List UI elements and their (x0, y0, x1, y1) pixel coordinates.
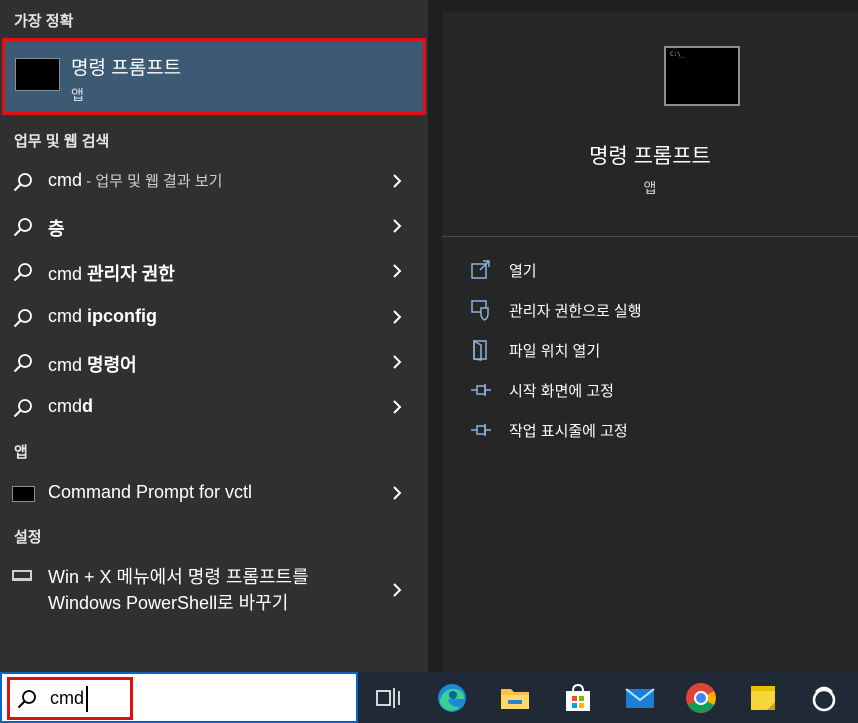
settings-heading: 설정 (14, 529, 42, 546)
terminal-icon: C:\_ (664, 46, 740, 106)
apps-heading: 앱 (14, 444, 28, 461)
shield-icon (471, 300, 489, 321)
web-result-item[interactable]: 층 (0, 204, 428, 248)
mail-icon[interactable] (622, 680, 658, 716)
search-icon (13, 263, 32, 282)
open-icon (471, 260, 490, 279)
open-file-location-action[interactable]: 파일 위치 열기 (466, 335, 826, 365)
web-result-label: cmdd (48, 396, 94, 416)
app-subtitle: 앱 (643, 180, 657, 196)
pin-icon (471, 424, 491, 436)
web-result-item[interactable]: cmd ipconfig (0, 295, 428, 339)
chevron-right-icon (393, 264, 402, 278)
folder-icon (473, 339, 487, 361)
chevron-right-icon (393, 174, 402, 188)
chevron-right-icon (393, 486, 402, 500)
monitor-icon (12, 570, 32, 581)
web-result-label: 층 (48, 219, 65, 239)
pin-icon (471, 384, 491, 396)
web-result-label: cmd 명령어 (48, 355, 137, 375)
file-explorer-icon[interactable] (497, 680, 533, 716)
edge-icon[interactable] (434, 680, 470, 716)
search-icon (13, 354, 32, 373)
settings-result-item[interactable]: Win + X 메뉴에서 명령 프롬프트를 Windows PowerShell… (0, 562, 428, 620)
web-result-item[interactable]: cmdd (0, 385, 428, 429)
chevron-right-icon (393, 310, 402, 324)
task-view-icon[interactable] (370, 680, 406, 716)
app-detail-panel: C:\_ 명령 프롬프트 앱 열기 관리자 권한으로 실행 파일 위치 열기 시… (442, 12, 858, 672)
app-result-label: Command Prompt for vctl (48, 482, 253, 502)
settings-result-label: Win + X 메뉴에서 명령 프롬프트를 Windows PowerShell… (48, 567, 309, 613)
best-match-heading: 가장 정확 (14, 13, 74, 30)
search-results-panel: 가장 정확 명령 프롬프트 앱 업무 및 웹 검색 cmd - 업무 및 웹 결… (0, 0, 428, 672)
app-title: 명령 프롬프트 (589, 145, 711, 168)
taskbar-search-box[interactable]: cmd (0, 672, 358, 723)
best-match-title: 명령 프롬프트 (71, 58, 182, 79)
search-icon (13, 399, 32, 418)
run-as-admin-action[interactable]: 관리자 권한으로 실행 (466, 295, 826, 325)
web-result-item[interactable]: cmd 명령어 (0, 340, 428, 384)
chevron-right-icon (393, 583, 402, 597)
web-result-label: cmd ipconfig (48, 306, 158, 326)
best-match-subtitle: 앱 (71, 87, 84, 103)
chevron-right-icon (393, 400, 402, 414)
app-icon[interactable] (806, 680, 842, 716)
open-action[interactable]: 열기 (466, 255, 826, 285)
terminal-icon (15, 58, 60, 91)
text-cursor (86, 686, 88, 712)
store-icon[interactable] (560, 680, 596, 716)
pin-to-taskbar-action[interactable]: 작업 표시줄에 고정 (466, 415, 826, 445)
web-result-item[interactable]: cmd 관리자 권한 (0, 249, 428, 293)
web-result-item[interactable]: cmd - 업무 및 웹 결과 보기 (0, 159, 428, 203)
search-icon (13, 309, 32, 328)
chrome-icon[interactable] (683, 680, 719, 716)
search-icon (13, 218, 32, 237)
search-icon (13, 173, 32, 192)
web-result-label: cmd 관리자 권한 (48, 264, 175, 284)
divider (442, 236, 858, 237)
chevron-right-icon (393, 355, 402, 369)
terminal-icon (12, 486, 35, 502)
pin-to-start-action[interactable]: 시작 화면에 고정 (466, 375, 826, 405)
web-result-label: cmd - 업무 및 웹 결과 보기 (48, 170, 223, 190)
chevron-right-icon (393, 219, 402, 233)
best-match-item[interactable]: 명령 프롬프트 앱 (2, 38, 426, 115)
app-result-item[interactable]: Command Prompt for vctl (0, 471, 428, 515)
web-search-heading: 업무 및 웹 검색 (14, 133, 110, 150)
search-input[interactable]: cmd (50, 688, 84, 709)
sticky-notes-icon[interactable] (745, 680, 781, 716)
